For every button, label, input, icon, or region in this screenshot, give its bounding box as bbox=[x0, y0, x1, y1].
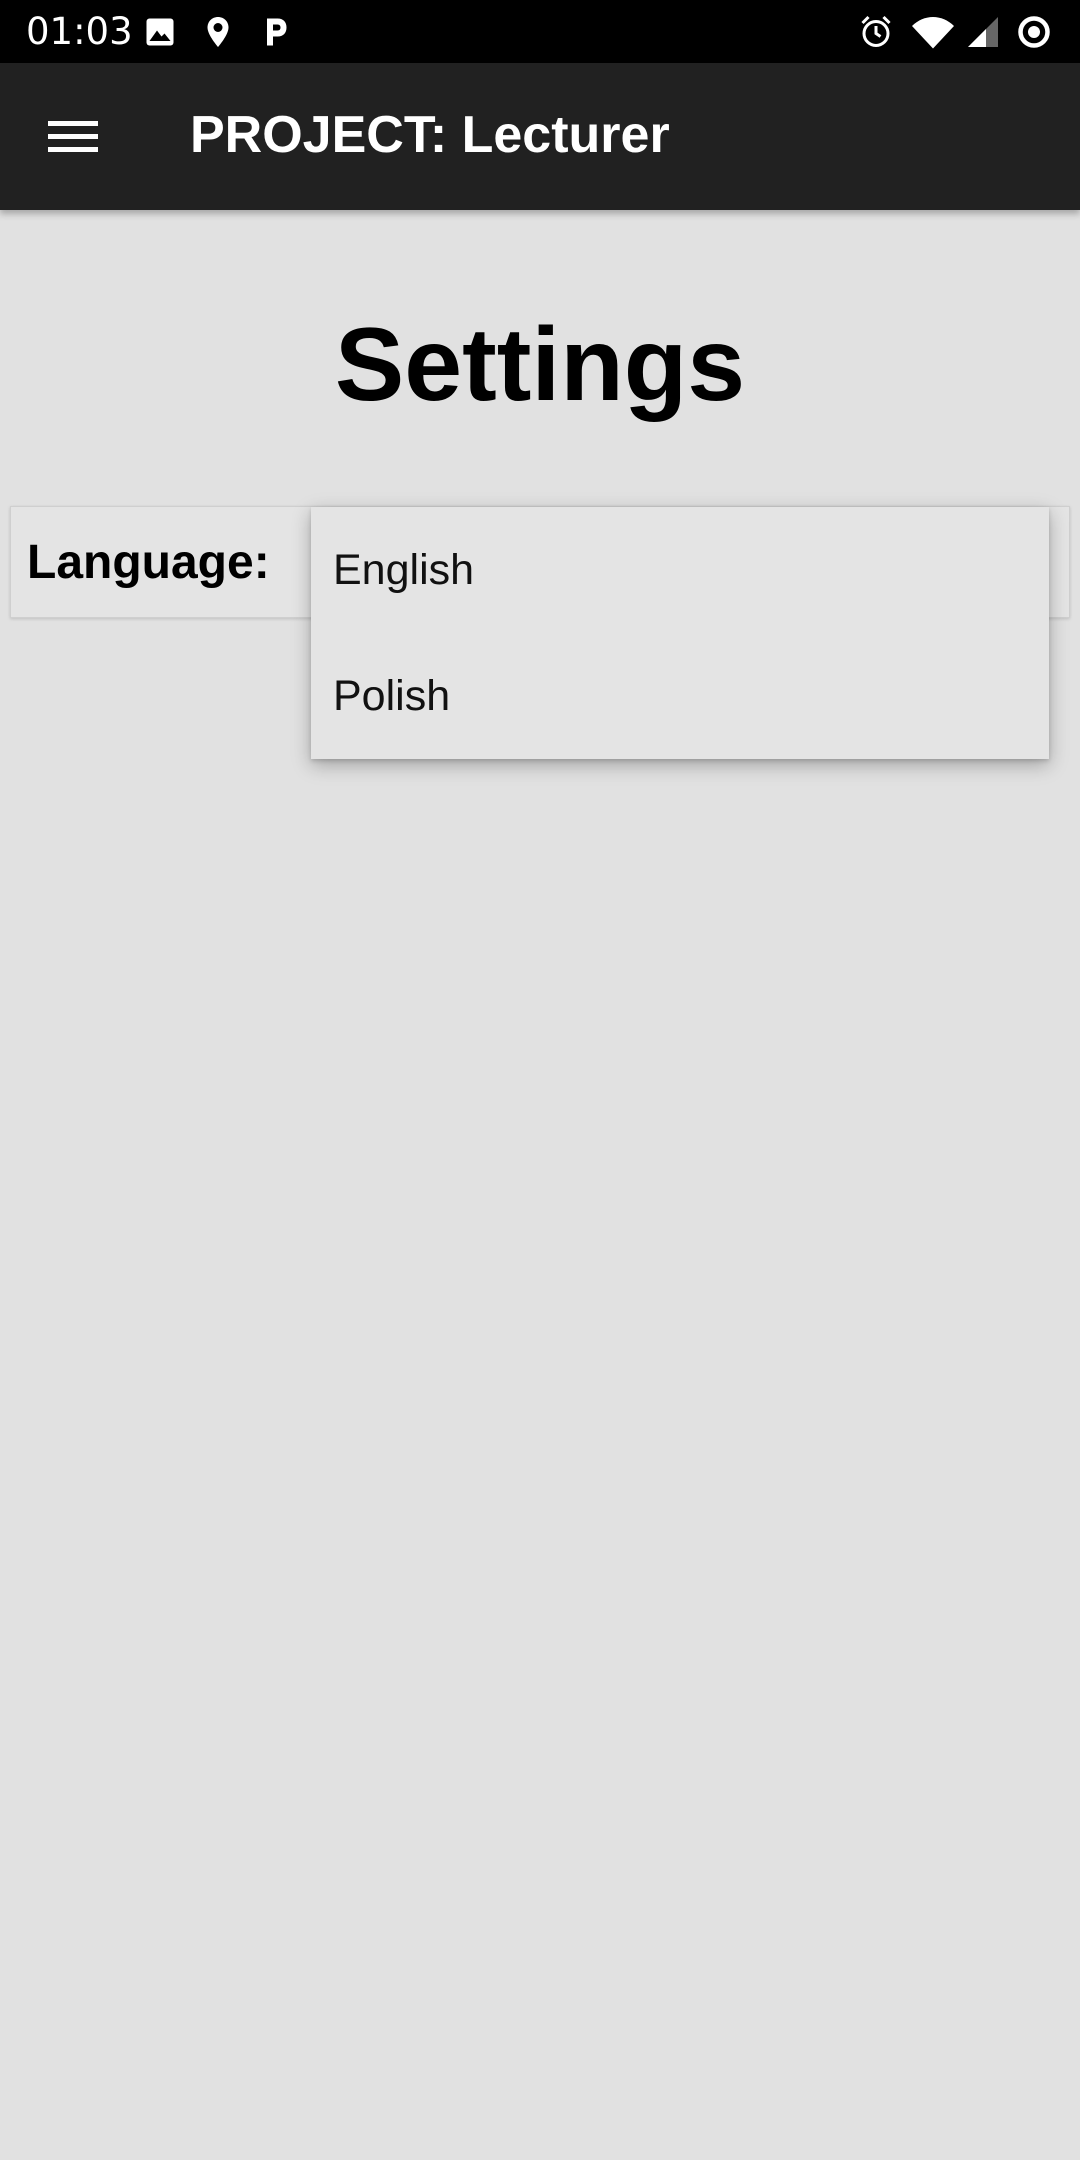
app-title: PROJECT: Lecturer bbox=[190, 106, 670, 164]
language-option-english[interactable]: English bbox=[311, 507, 1049, 633]
page-title: Settings bbox=[334, 307, 746, 423]
language-dropdown-menu: English Polish bbox=[311, 507, 1049, 759]
app-bar: PROJECT: Lecturer bbox=[0, 63, 1080, 210]
alarm-icon bbox=[861, 15, 891, 47]
status-bar: 01:03 bbox=[0, 0, 1080, 63]
menu-line bbox=[48, 134, 98, 139]
language-option-polish[interactable]: Polish bbox=[311, 633, 1049, 759]
menu-line bbox=[48, 147, 98, 152]
cell-signal-icon bbox=[968, 17, 998, 47]
image-icon bbox=[146, 18, 174, 46]
location-pin-icon bbox=[207, 17, 229, 47]
menu-line bbox=[48, 121, 98, 126]
status-time: 01:03 bbox=[26, 10, 133, 53]
language-label: Language: bbox=[27, 536, 270, 589]
record-icon bbox=[1018, 16, 1050, 48]
hamburger-menu-icon[interactable] bbox=[38, 105, 108, 167]
parking-app-icon bbox=[267, 18, 287, 46]
wifi-icon bbox=[912, 17, 954, 49]
